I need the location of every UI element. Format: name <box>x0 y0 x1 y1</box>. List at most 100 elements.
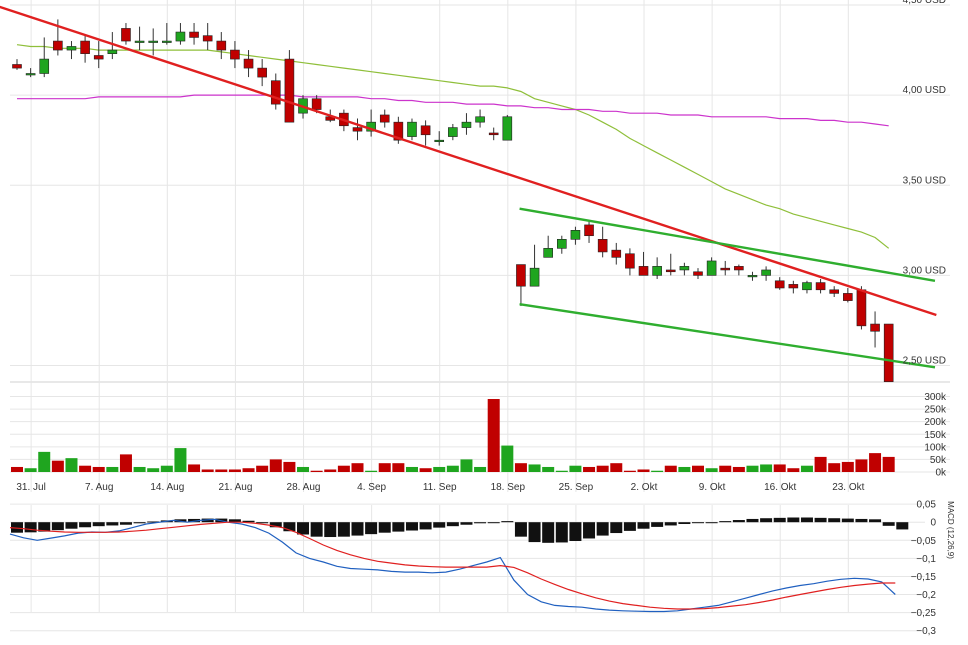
candle-body-47 <box>652 266 662 276</box>
candle-26 <box>366 109 376 137</box>
volume-bar-2 <box>38 451 51 472</box>
macd-histogram-bar-61 <box>841 518 854 523</box>
volume-bar-29 <box>405 466 418 472</box>
candle-body-57 <box>788 284 799 289</box>
volume-bar-36 <box>501 445 514 472</box>
candle-body-59 <box>815 282 826 291</box>
volume-bar-12 <box>174 448 187 472</box>
candle-body-63 <box>870 323 880 332</box>
volume-bar-47 <box>651 470 664 472</box>
macd-histogram-bar-50 <box>692 522 704 524</box>
volume-bar-51 <box>705 468 718 472</box>
candle-body-10 <box>148 40 158 43</box>
macd-histogram-bar-29 <box>405 522 418 531</box>
candle-body-51 <box>706 260 717 276</box>
candle-34 <box>475 109 485 128</box>
volume-bar-32 <box>446 465 459 472</box>
candle-46 <box>638 251 649 276</box>
volume-bar-14 <box>201 469 214 472</box>
candle-61 <box>843 287 853 303</box>
macd-histogram-bar-51 <box>705 522 718 524</box>
macd-histogram-bar-48 <box>664 522 677 526</box>
candle-body-29 <box>407 121 417 137</box>
x-axis-tick-label-8: 25. Sep <box>559 482 594 493</box>
macd-histogram-bar-31 <box>433 522 446 528</box>
candle-body-9 <box>134 40 145 43</box>
volume-bar-30 <box>419 468 432 472</box>
candle-10 <box>148 28 158 56</box>
candle-31 <box>434 131 445 146</box>
candle-57 <box>788 280 799 294</box>
price-axis-tick-label-0: 2,50 USD <box>903 356 946 367</box>
candle-11 <box>162 23 172 45</box>
volume-bar-44 <box>610 463 623 472</box>
volume-bar-9 <box>133 466 146 472</box>
macd-histogram-bar-6 <box>92 522 105 527</box>
x-axis-tick-label-9: 2. Okt <box>631 482 658 493</box>
x-axis-tick-label-10: 9. Okt <box>699 482 726 493</box>
candle-50 <box>693 268 703 279</box>
macd-axis-tick-label-4: −0,15 <box>911 572 937 583</box>
macd-axis-tick-label-2: −0,05 <box>911 536 937 547</box>
candle-16 <box>230 41 240 69</box>
volume-bar-40 <box>555 470 568 472</box>
candle-body-27 <box>379 114 390 123</box>
candle-60 <box>829 286 840 298</box>
volume-bar-48 <box>664 465 677 472</box>
macd-histogram-bar-56 <box>773 517 786 523</box>
candle-body-52 <box>720 267 731 271</box>
candle-37 <box>516 264 526 307</box>
volume-bar-38 <box>528 464 541 472</box>
candle-body-61 <box>843 293 853 301</box>
candle-body-49 <box>679 266 690 271</box>
volume-bar-63 <box>869 453 882 472</box>
volume-bar-59 <box>814 456 827 472</box>
volume-bar-8 <box>119 454 132 472</box>
candle-12 <box>175 23 186 45</box>
volume-bar-49 <box>678 466 691 472</box>
candle-body-48 <box>665 269 676 273</box>
macd-histogram-bar-35 <box>487 522 500 524</box>
volume-bar-20 <box>283 461 296 472</box>
candle-body-37 <box>516 264 526 287</box>
x-axis-tick-label-6: 11. Sep <box>423 482 457 493</box>
volume-bar-52 <box>719 465 732 472</box>
macd-axis-tick-label-5: −0,2 <box>916 590 936 601</box>
volume-axis-tick-label-1: 50k <box>930 455 947 466</box>
candle-33 <box>461 113 472 135</box>
volume-bar-23 <box>324 469 337 472</box>
volume-bar-26 <box>365 470 378 472</box>
candle-body-53 <box>734 266 744 271</box>
candle-6 <box>93 41 104 69</box>
candle-48 <box>665 253 676 276</box>
x-axis-tick-label-5: 4. Sep <box>357 482 386 493</box>
volume-bar-22 <box>310 470 323 472</box>
price-axis-tick-label-2: 3,50 USD <box>903 175 946 186</box>
candle-45 <box>625 248 635 276</box>
x-axis-tick-label-11: 16. Okt <box>764 482 796 493</box>
candle-body-2 <box>39 58 50 74</box>
macd-histogram-bar-49 <box>678 522 691 525</box>
candle-body-45 <box>625 253 635 269</box>
candle-58 <box>802 280 812 294</box>
volume-bar-62 <box>855 459 868 472</box>
macd-line-0 <box>9 518 896 613</box>
volume-bar-60 <box>828 463 841 472</box>
volume-bar-24 <box>337 465 350 472</box>
macd-axis-tick-label-7: −0,3 <box>916 626 936 637</box>
candle-0 <box>12 59 22 70</box>
candle-35 <box>488 127 499 141</box>
candle-body-13 <box>189 31 199 38</box>
macd-histogram-bar-7 <box>106 522 119 526</box>
macd-histogram-bar-24 <box>337 522 350 537</box>
candle-body-60 <box>829 289 840 294</box>
candle-body-20 <box>284 58 295 123</box>
volume-bar-3 <box>51 460 64 472</box>
volume-bar-41 <box>569 465 582 472</box>
candle-29 <box>407 118 417 141</box>
macd-axis-tick-label-1: 0 <box>930 518 936 529</box>
candle-body-35 <box>488 132 499 136</box>
macd-histogram-bar-33 <box>460 522 473 525</box>
price-panel <box>0 5 937 383</box>
volume-bar-21 <box>297 466 310 472</box>
